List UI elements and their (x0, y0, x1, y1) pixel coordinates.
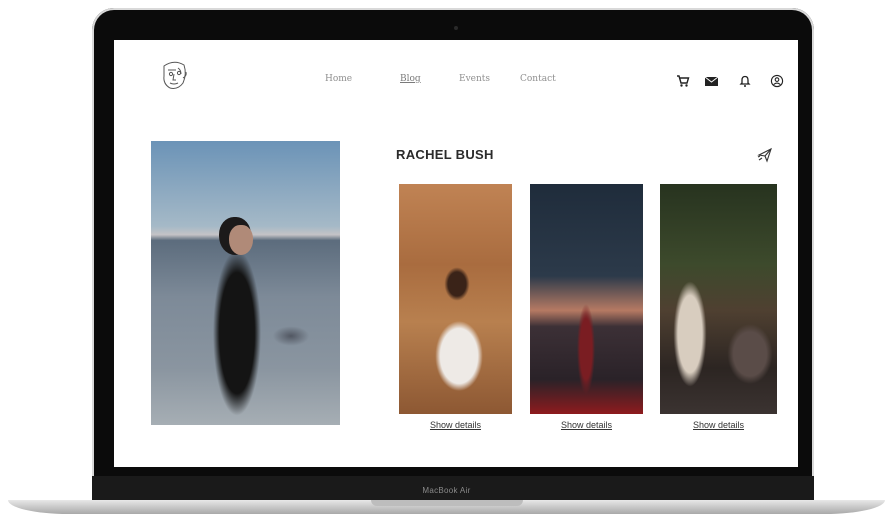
device-label: MacBook Air (422, 486, 471, 495)
nav-contact[interactable]: Contact (520, 74, 556, 84)
account-icon[interactable] (770, 74, 784, 88)
gallery-card: Show details (530, 184, 643, 430)
artist-name: RACHEL BUSH (396, 147, 494, 162)
show-details-link[interactable]: Show details (399, 420, 512, 430)
featured-photo (151, 141, 340, 425)
featured-photo-subject (229, 225, 253, 255)
bell-icon[interactable] (739, 74, 751, 88)
gallery-photo[interactable] (399, 184, 512, 414)
show-details-link[interactable]: Show details (530, 420, 643, 430)
browser-screen: Home Blog Events Contact RACHEL BUSH Sho… (114, 40, 798, 467)
nav-home[interactable]: Home (325, 74, 352, 84)
laptop-notch (371, 500, 523, 506)
gallery-card: Show details (399, 184, 512, 430)
gallery-photo[interactable] (660, 184, 777, 414)
webcam (454, 26, 458, 30)
main-nav: Home Blog Events Contact (114, 74, 798, 88)
gallery-photo[interactable] (530, 184, 643, 414)
gallery-card: Show details (660, 184, 777, 430)
cart-icon[interactable] (676, 74, 690, 88)
paper-plane-icon[interactable] (757, 147, 773, 168)
nav-events[interactable]: Events (459, 74, 490, 84)
nav-blog[interactable]: Blog (400, 74, 421, 84)
mail-icon[interactable] (704, 74, 719, 88)
show-details-link[interactable]: Show details (660, 420, 777, 430)
